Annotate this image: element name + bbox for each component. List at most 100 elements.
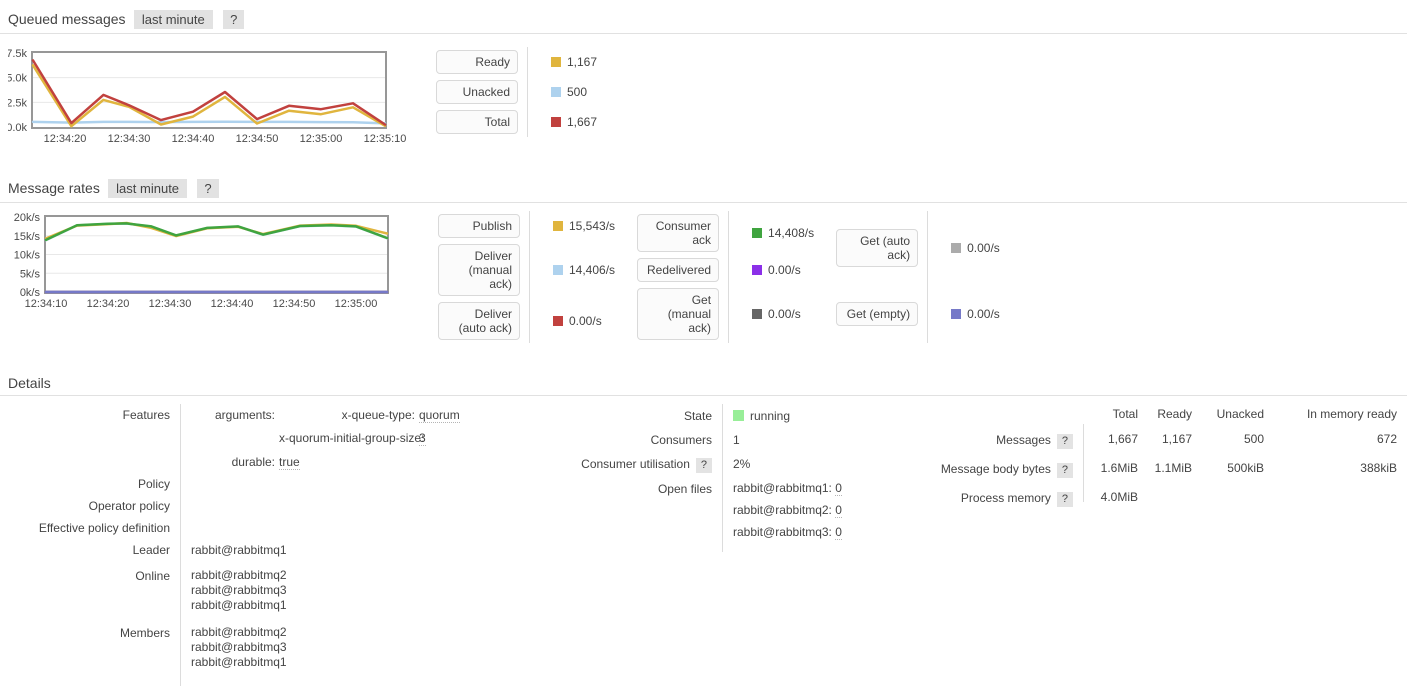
svg-text:0.0k: 0.0k	[8, 122, 27, 134]
legend-divider	[527, 47, 528, 137]
legend-button-deliver-auto-ack[interactable]: Deliver (auto ack)	[438, 302, 520, 340]
state-running-swatch	[733, 410, 744, 421]
durable-value: true	[279, 455, 300, 470]
column-header-in-memory-ready: In memory ready	[1274, 404, 1397, 428]
argument-value: 3	[419, 431, 426, 446]
queued-messages-title: Queued messages	[8, 11, 126, 27]
queued-help-icon[interactable]: ?	[223, 10, 244, 29]
total-series-swatch	[551, 117, 561, 127]
legend-button-get-manual-ack[interactable]: Get (manual ack)	[637, 288, 719, 340]
legend-button-consumer-ack[interactable]: Consumer ack	[637, 214, 719, 252]
legend-divider	[728, 211, 729, 343]
svg-text:12:35:10: 12:35:10	[364, 133, 407, 145]
messages-unacked: 500	[1202, 428, 1264, 454]
process-memory-help-icon[interactable]: ?	[1057, 492, 1073, 507]
legend-button-total[interactable]: Total	[436, 110, 518, 134]
leader-value: rabbit@rabbitmq1	[191, 539, 460, 565]
legend-value-get-empty: 0.00/s	[939, 307, 1000, 321]
state-label: State	[545, 404, 712, 428]
queued-messages-chart: 0.0k2.5k5.0k7.5k12:34:2012:34:3012:34:40…	[8, 47, 428, 147]
redelivered-value: 0.00/s	[768, 263, 801, 277]
queued-time-range-selector[interactable]: last minute	[134, 10, 213, 29]
argument-key: x-queue-type:	[279, 407, 415, 423]
arguments-list: x-queue-type:quorum x-quorum-initial-gro…	[279, 407, 460, 453]
rates-help-icon[interactable]: ?	[197, 179, 218, 198]
node-open-files: 0	[835, 503, 842, 518]
consumer-utilisation-label: Consumer utilisation?	[545, 452, 712, 477]
message-body-bytes-label-text: Message body bytes	[941, 462, 1051, 476]
svg-text:12:34:50: 12:34:50	[236, 133, 279, 145]
total-value: 1,667	[567, 115, 597, 129]
svg-text:12:34:30: 12:34:30	[108, 133, 151, 145]
legend-button-ready[interactable]: Ready	[436, 50, 518, 74]
operator-policy-label: Operator policy	[0, 495, 170, 517]
details-section: Details Features arguments: x-queue-type…	[0, 365, 1407, 691]
messages-in-memory-ready: 672	[1274, 428, 1397, 454]
consumer-utilisation-text: Consumer utilisation	[581, 457, 690, 471]
arguments-key: arguments:	[191, 407, 275, 423]
message-rates-chart: 0k/s5k/s10k/s15k/s20k/s12:34:1012:34:201…	[8, 211, 429, 315]
vertical-divider	[180, 404, 181, 686]
consumer-ack-value: 14,408/s	[768, 226, 814, 240]
svg-text:12:35:00: 12:35:00	[335, 298, 378, 310]
details-middle-block: State running Consumers 1 Consumer utili…	[545, 404, 842, 551]
leader-label: Leader	[0, 539, 170, 561]
online-label: Online	[0, 565, 170, 587]
body-bytes-unacked: 500kiB	[1202, 457, 1264, 483]
members-value: rabbit@rabbitmq2 rabbit@rabbitmq3 rabbit…	[191, 622, 460, 679]
get-manual-series-swatch	[752, 309, 762, 319]
deliver-auto-series-swatch	[553, 316, 563, 326]
deliver-manual-series-swatch	[553, 265, 563, 275]
legend-button-get-empty[interactable]: Get (empty)	[836, 302, 918, 326]
messages-help-icon[interactable]: ?	[1057, 434, 1073, 449]
message-body-bytes-help-icon[interactable]: ?	[1057, 463, 1073, 478]
svg-text:5k/s: 5k/s	[20, 268, 41, 280]
open-files-label: Open files	[545, 477, 712, 501]
node-name: rabbit@rabbitmq3:	[733, 525, 832, 539]
features-durable-row: durable:true	[191, 454, 460, 470]
svg-text:12:34:10: 12:34:10	[25, 298, 68, 310]
unacked-value: 500	[567, 85, 587, 99]
open-files-value: rabbit@rabbitmq1: 0 rabbit@rabbitmq2: 0 …	[733, 477, 842, 551]
get-auto-series-swatch	[951, 243, 961, 253]
state-value: running	[733, 404, 842, 428]
svg-text:12:34:40: 12:34:40	[172, 133, 215, 145]
legend-button-deliver-manual-ack[interactable]: Deliver (manual ack)	[438, 244, 520, 296]
queued-messages-section: Queued messages last minute ? 0.0k2.5k5.…	[0, 0, 1407, 147]
legend-value-get-auto-ack: 0.00/s	[939, 241, 1000, 255]
legend-value-deliver-auto-ack: 0.00/s	[541, 314, 615, 328]
svg-text:15k/s: 15k/s	[14, 231, 41, 243]
get-manual-value: 0.00/s	[768, 307, 801, 321]
svg-text:7.5k: 7.5k	[8, 48, 27, 60]
deliver-auto-value: 0.00/s	[569, 314, 602, 328]
queued-messages-header: Queued messages last minute ?	[0, 0, 1407, 34]
operator-policy-value	[191, 495, 460, 511]
message-rates-legend: Publish 15,543/s Deliver (manual ack) 14…	[438, 211, 1000, 340]
messages-row-label: Messages?	[927, 428, 1073, 457]
legend-button-publish[interactable]: Publish	[438, 214, 520, 238]
vertical-divider	[722, 404, 723, 552]
consumers-label: Consumers	[545, 428, 712, 452]
open-files-node: rabbit@rabbitmq2: 0	[733, 503, 842, 518]
rates-time-range-selector[interactable]: last minute	[108, 179, 187, 198]
messages-label-text: Messages	[996, 433, 1051, 447]
consumer-utilisation-value: 2%	[733, 452, 842, 476]
features-arguments-row: arguments: x-queue-type:quorum x-quorum-…	[191, 407, 460, 453]
legend-value-redelivered: 0.00/s	[740, 263, 814, 277]
details-left-block: Features arguments: x-queue-type:quorum …	[0, 404, 460, 679]
message-body-bytes-row-label: Message body bytes?	[927, 457, 1073, 486]
features-value: arguments: x-queue-type:quorum x-quorum-…	[191, 404, 460, 473]
consumers-value: 1	[733, 428, 842, 452]
legend-button-redelivered[interactable]: Redelivered	[637, 258, 719, 282]
column-header-total: Total	[1094, 404, 1138, 428]
legend-button-unacked[interactable]: Unacked	[436, 80, 518, 104]
ready-value: 1,167	[567, 55, 597, 69]
argument-row: x-queue-type:quorum	[279, 407, 460, 423]
message-rates-header: Message rates last minute ?	[0, 169, 1407, 203]
process-memory-total: 4.0MiB	[1094, 486, 1138, 512]
column-header-ready: Ready	[1148, 404, 1192, 428]
consumer-utilisation-help-icon[interactable]: ?	[696, 458, 712, 473]
redelivered-series-swatch	[752, 265, 762, 275]
legend-button-get-auto-ack[interactable]: Get (auto ack)	[836, 229, 918, 267]
legend-divider	[927, 211, 928, 343]
